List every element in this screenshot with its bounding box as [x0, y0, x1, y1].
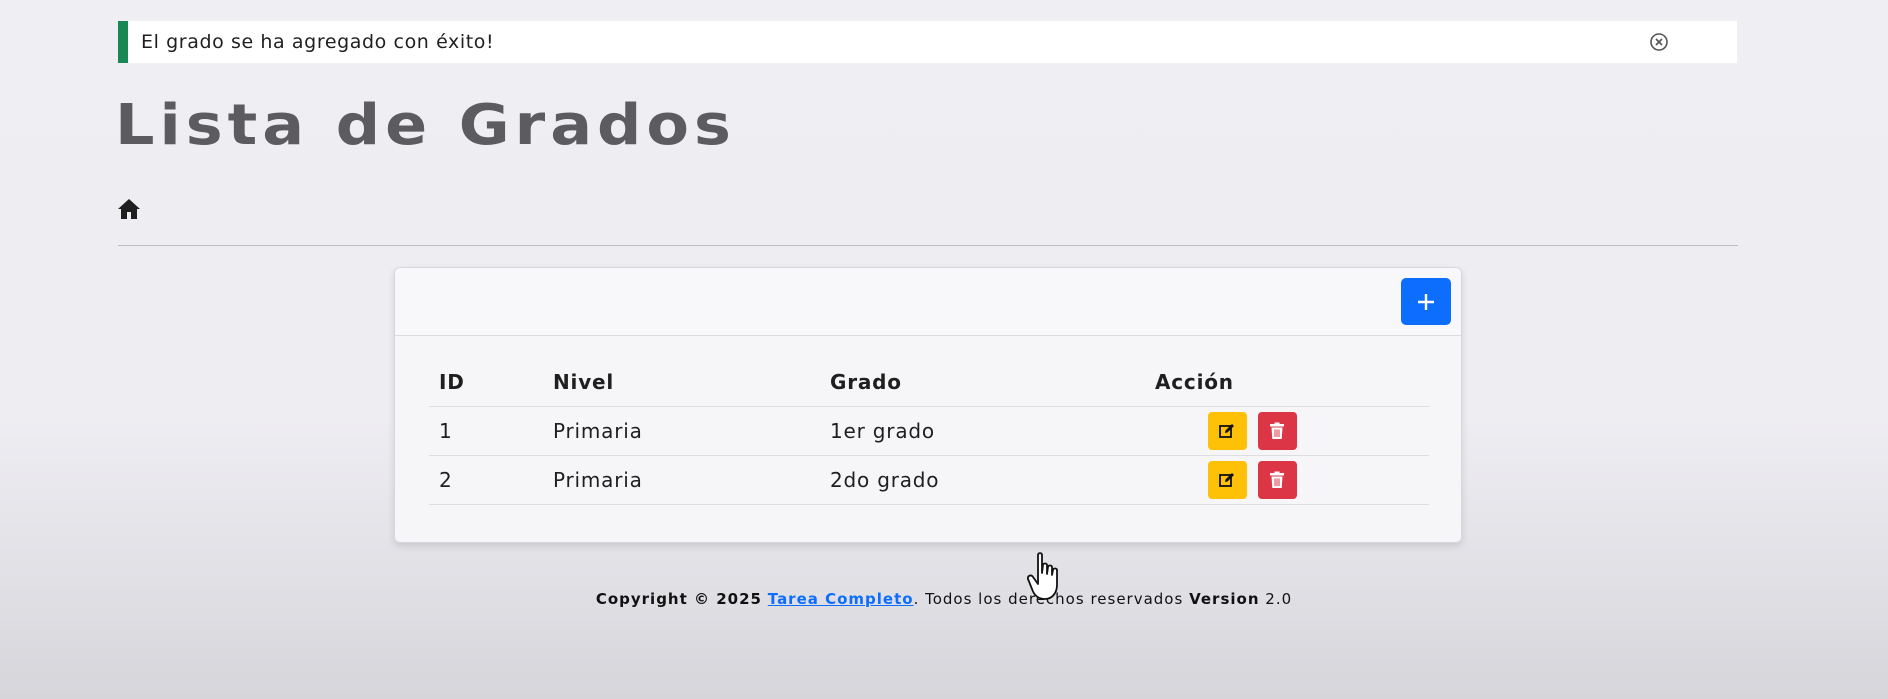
cell-grado: 2do grado [820, 455, 1145, 505]
edit-button[interactable] [1207, 412, 1247, 450]
cell-actions [1145, 455, 1429, 505]
grades-table: ID Nivel Grado Acción 1 Primaria 1er gra… [429, 358, 1429, 505]
page-title: Lista de Grados [115, 92, 736, 158]
grades-card: ID Nivel Grado Acción 1 Primaria 1er gra… [394, 267, 1462, 543]
trash-icon [1270, 471, 1284, 488]
table-row: 1 Primaria 1er grado [429, 406, 1429, 456]
header-accion: Acción [1145, 358, 1429, 407]
edit-icon [1219, 424, 1234, 438]
close-icon[interactable] [1649, 32, 1669, 52]
divider [118, 245, 1738, 246]
header-id: ID [429, 358, 543, 407]
table-header-row: ID Nivel Grado Acción [429, 358, 1429, 407]
footer: Copyright © 2025 Tarea Completo. Todos l… [0, 590, 1888, 608]
hand-cursor-icon [1027, 552, 1058, 600]
cell-nivel: Primaria [543, 406, 820, 456]
delete-button[interactable] [1257, 461, 1297, 499]
card-header [395, 268, 1461, 336]
edit-icon [1219, 473, 1234, 487]
trash-icon [1270, 422, 1284, 439]
edit-button[interactable] [1207, 461, 1247, 499]
alert-message: El grado se ha agregado con éxito! [141, 31, 495, 53]
cell-grado: 1er grado [820, 406, 1145, 456]
table-row: 2 Primaria 2do grado [429, 455, 1429, 505]
cell-actions [1145, 406, 1429, 456]
home-icon[interactable] [117, 197, 141, 221]
header-grado: Grado [820, 358, 1145, 407]
footer-copyright: Copyright © 2025 [595, 590, 762, 608]
cell-id: 2 [429, 455, 543, 505]
cell-nivel: Primaria [543, 455, 820, 505]
header-nivel: Nivel [543, 358, 820, 407]
delete-button[interactable] [1257, 412, 1297, 450]
cell-id: 1 [429, 406, 543, 456]
plus-icon [1418, 293, 1434, 310]
footer-link[interactable]: Tarea Completo [768, 590, 914, 608]
footer-version: 2.0 [1265, 590, 1293, 608]
footer-version-label: Version [1189, 590, 1260, 608]
add-grade-button[interactable] [1401, 278, 1451, 325]
success-alert: El grado se ha agregado con éxito! [118, 21, 1737, 63]
